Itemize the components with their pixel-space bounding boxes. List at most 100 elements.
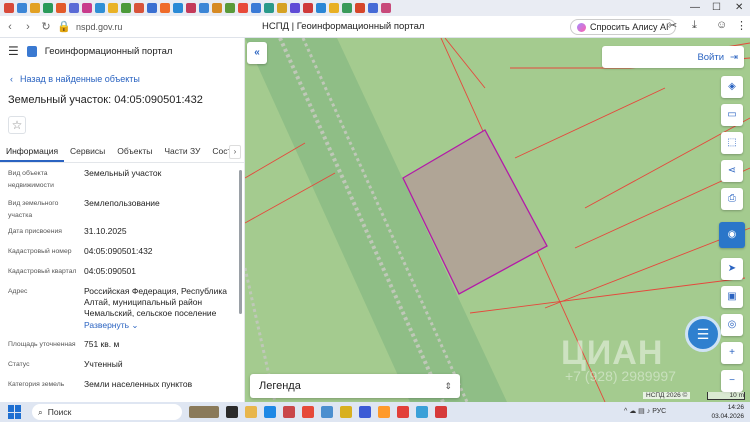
map-copyright: НСПД 2026 ©	[643, 392, 691, 399]
tab-2[interactable]: Объекты	[111, 141, 158, 162]
tabs-scroll-right-icon[interactable]: ›	[229, 145, 241, 159]
browser-tab-icon[interactable]	[264, 3, 274, 13]
browser-tab-icon[interactable]	[329, 3, 339, 13]
collapse-panel-button[interactable]: «	[247, 42, 267, 64]
yandex-browser-icon[interactable]	[340, 406, 352, 418]
chat-bubble-icon[interactable]: ☰	[685, 316, 721, 352]
browser-tab-icon[interactable]	[30, 3, 40, 13]
browser-tab-icon[interactable]	[368, 3, 378, 13]
print-icon[interactable]: ⎙	[721, 188, 743, 210]
info-tabs: Информация Сервисы Объекты Части ЗУ Состав	[0, 141, 244, 163]
browser-tab-icon[interactable]	[173, 3, 183, 13]
browser-tab-icon[interactable]	[56, 3, 66, 13]
browser-tab-icon[interactable]	[160, 3, 170, 13]
refresh-icon[interactable]: ↻	[38, 19, 54, 35]
map-view[interactable]: « Войти ⇥ ◈ ▭ ⬚ ⋖ ⎙ ◉ ➤ ▣ ◎ + − ЦИАН +7 …	[245, 38, 750, 402]
browser-tab-icon[interactable]	[290, 3, 300, 13]
file-explorer-icon[interactable]	[245, 406, 257, 418]
identify-tool-icon[interactable]: ◉	[719, 222, 745, 248]
clock[interactable]: 14:26 03.04.2026	[711, 403, 744, 421]
browser-tab-icon[interactable]	[316, 3, 326, 13]
tab-3[interactable]: Части ЗУ	[158, 141, 206, 162]
yandex-app-icon[interactable]	[397, 406, 409, 418]
browser-tab-icon[interactable]	[251, 3, 261, 13]
wallet-icon[interactable]: ▣	[721, 286, 743, 308]
clock-date: 03.04.2026	[711, 413, 744, 420]
menu-dots-icon[interactable]: ⋮	[736, 19, 747, 32]
property-label: Статус	[8, 361, 30, 368]
close-window-icon[interactable]: ✕	[735, 0, 743, 16]
download-icon[interactable]: ⤓	[692, 19, 697, 32]
share-icon[interactable]: ⋖	[721, 160, 743, 182]
yandex-icon[interactable]	[359, 406, 371, 418]
browser-tab-icon[interactable]	[186, 3, 196, 13]
ruler-icon[interactable]: ▭	[721, 104, 743, 126]
zoom-out-button[interactable]: −	[721, 370, 743, 392]
browser-tab-icon[interactable]	[4, 3, 14, 13]
map-canvas[interactable]	[245, 38, 750, 402]
select-area-icon[interactable]: ⬚	[721, 132, 743, 154]
back-to-results-link[interactable]: ‹ Назад в найденные объекты	[10, 74, 140, 84]
store-icon[interactable]	[283, 406, 295, 418]
browser-tab-icon[interactable]	[212, 3, 222, 13]
zoom-in-button[interactable]: +	[721, 342, 743, 364]
forward-icon[interactable]: ›	[20, 19, 36, 35]
browser-tab-icon[interactable]	[147, 3, 157, 13]
screen: — ☐ ✕ ‹ › ↻ 🔒 nspd.gov.ru НСПД | Геоинфо…	[0, 0, 750, 422]
layers-icon[interactable]: ◈	[721, 76, 743, 98]
browser-tab-icon[interactable]	[355, 3, 365, 13]
browser-tab-icon[interactable]	[303, 3, 313, 13]
geolocation-icon[interactable]: ◎	[721, 314, 743, 336]
property-value: Земли населенных пунктов	[84, 379, 193, 389]
edge-icon[interactable]	[264, 406, 276, 418]
taskbar-search[interactable]: ⌕ Поиск	[32, 404, 182, 420]
profile-icon[interactable]: ☺	[716, 19, 727, 31]
telegram-icon[interactable]	[416, 406, 428, 418]
scale-label: 10 m	[729, 392, 744, 399]
property-label: Адрес	[8, 288, 28, 295]
browser-tab-icon[interactable]	[69, 3, 79, 13]
browser-tab-icon[interactable]	[134, 3, 144, 13]
browser-tab-icon[interactable]	[95, 3, 105, 13]
system-tray[interactable]: ^ ☁ ▤ ♪ РУС	[624, 407, 666, 415]
favorite-star-button[interactable]: ☆	[8, 116, 26, 134]
pinned-app-icon[interactable]	[435, 406, 447, 418]
panel-scrollbar[interactable]	[239, 170, 242, 314]
windows-start-icon[interactable]	[8, 405, 22, 419]
news-widget-icon[interactable]	[189, 406, 219, 418]
task-view-icon[interactable]	[226, 406, 238, 418]
url-text[interactable]: nspd.gov.ru	[76, 22, 122, 32]
browser-tab-icon[interactable]	[225, 3, 235, 13]
language-indicator[interactable]: РУС	[652, 408, 666, 415]
tab-0[interactable]: Информация	[0, 141, 65, 162]
expand-address-link[interactable]: Развернуть ⌄	[84, 320, 234, 331]
browser-tab-icon[interactable]	[108, 3, 118, 13]
tab-1[interactable]: Сервисы	[64, 141, 111, 162]
property-value: 751 кв. м	[84, 339, 120, 349]
browser-tab-icon[interactable]	[199, 3, 209, 13]
property-label: Дата присвоения	[8, 228, 62, 235]
yandex-music-icon[interactable]	[378, 406, 390, 418]
legend-dropdown[interactable]: Легенда ⇕	[250, 374, 460, 398]
browser-tab-icon[interactable]	[43, 3, 53, 13]
extensions-icon[interactable]: ✂	[668, 19, 677, 32]
login-button[interactable]: Войти ⇥	[602, 46, 744, 68]
property-label: Категория земель	[8, 381, 65, 388]
browser-tab-icon[interactable]	[17, 3, 27, 13]
browser-tab-icon[interactable]	[121, 3, 131, 13]
browser-tab-icon[interactable]	[238, 3, 248, 13]
chrome-icon[interactable]	[302, 406, 314, 418]
back-icon[interactable]: ‹	[2, 19, 18, 35]
browser-tab-icon[interactable]	[381, 3, 391, 13]
login-icon: ⇥	[730, 51, 738, 63]
hamburger-menu-icon[interactable]: ☰	[8, 44, 19, 58]
photos-icon[interactable]	[321, 406, 333, 418]
minimize-icon[interactable]: —	[690, 0, 700, 16]
browser-tab-icon[interactable]	[342, 3, 352, 13]
ask-alisa-button[interactable]: Спросить Алису AI	[570, 19, 676, 35]
login-label: Войти	[697, 51, 725, 63]
navigate-icon[interactable]: ➤	[721, 258, 743, 280]
maximize-icon[interactable]: ☐	[712, 0, 721, 16]
browser-tab-icon[interactable]	[82, 3, 92, 13]
browser-tab-icon[interactable]	[277, 3, 287, 13]
